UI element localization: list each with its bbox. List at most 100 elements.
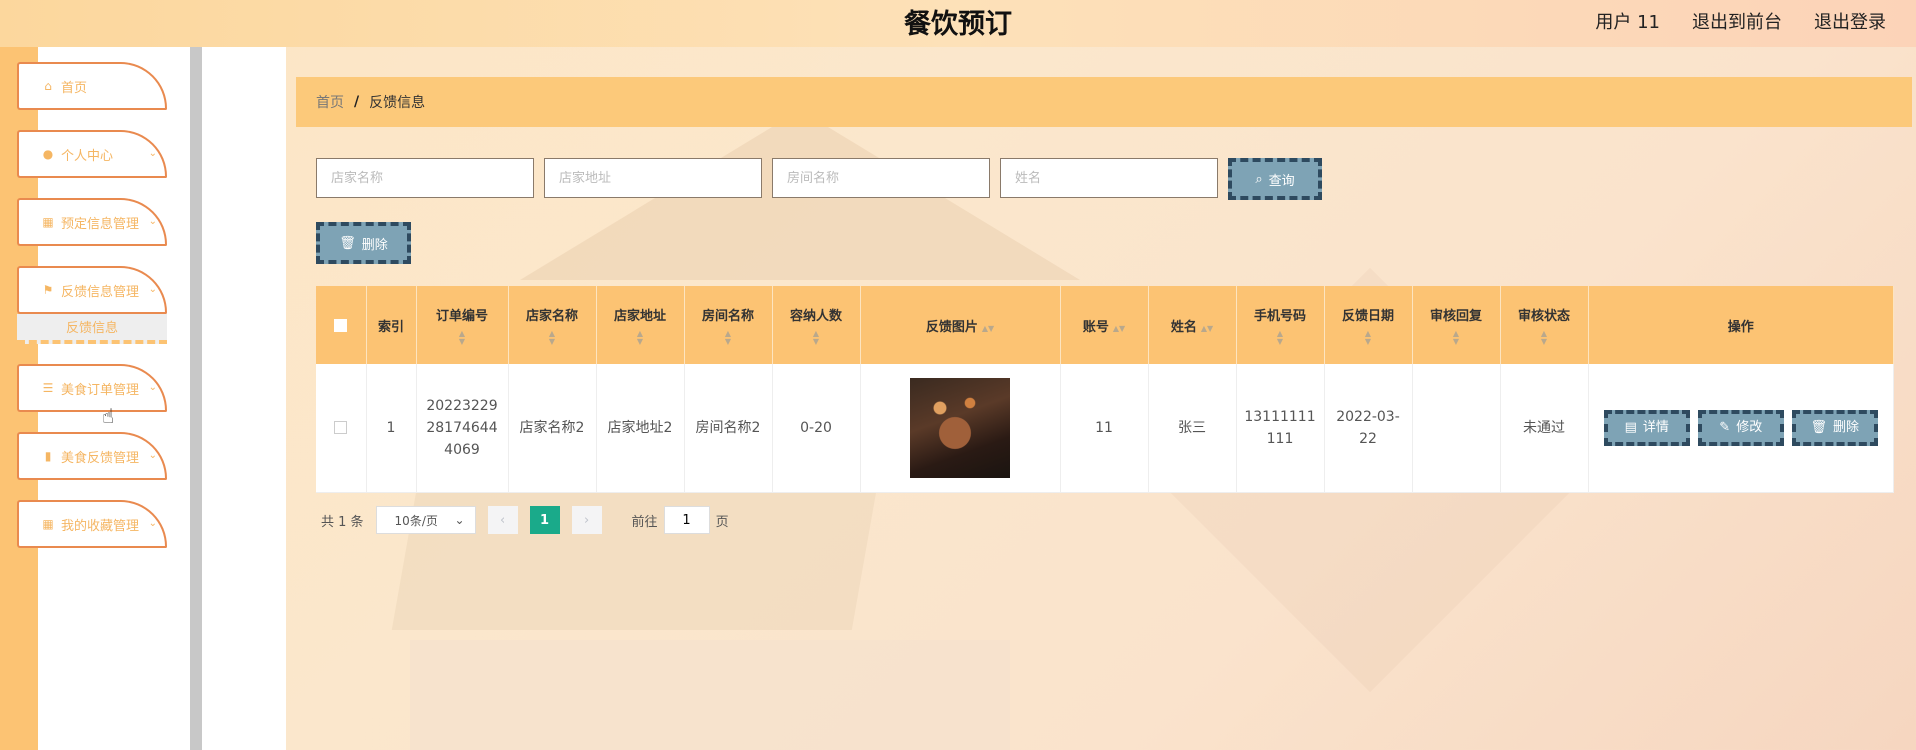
sort-icon[interactable]: ▲▼ [1505,329,1584,346]
breadcrumb-separator: / [354,94,360,110]
breadcrumb-current: 反馈信息 [369,95,426,111]
col-header[interactable]: 审核回复 ▲ ▼ [1412,286,1501,364]
trash-icon: 🗑 [1810,419,1827,435]
goto-page-input[interactable] [663,506,710,534]
col-header[interactable]: 反馈图片 ▲▼ [860,286,1061,364]
sort-icon[interactable]: ▲▼ [982,324,994,333]
col-header: 索引 [366,286,417,364]
page-size-value: 10条/页 [394,513,438,528]
home-icon: ⌂ [44,79,52,93]
sidebar-item-reservation[interactable]: ▦ 预定信息管理 ⌄ [17,198,167,246]
row-delete-label: 删除 [1833,419,1860,435]
feedback-image[interactable] [910,377,1010,478]
table-header-row: 索引 订单编号 ▲ ▼ 店家名称 ▲ ▼ 店家地址 ▲ ▼ 房间名称 ▲ ▼ 容纳人数 ▲ ▼ 反馈… [316,286,1894,364]
sort-icon[interactable]: ▲▼ [1201,324,1213,333]
room-name-input[interactable] [772,158,990,198]
name-input[interactable] [1000,158,1218,198]
cell-phone: 13111111 111 [1236,364,1325,493]
sidebar-item-label: 首页 [61,80,88,96]
col-header[interactable]: 店家地址 ▲ ▼ [596,286,685,364]
sort-icon[interactable]: ▲▼ [421,329,504,346]
sidebar-menu: ⌂ 首页 ● 个人中心 ⌄ ▦ 预定信息管理 ⌄ ⚑ 反馈信息管理 ⌄ 反馈信息… [17,62,167,568]
top-header: 餐饮预订 用户 11 退出到前台 退出登录 [0,0,1916,47]
col-header[interactable]: 容纳人数 ▲ ▼ [772,286,861,364]
sidebar-item-label: 反馈信息管理 [61,284,140,300]
back-to-front-link[interactable]: 退出到前台 [1692,8,1782,34]
cell-account: 11 [1060,364,1149,493]
col-header[interactable]: 账号 ▲▼ [1060,286,1149,364]
pagination: 共 1 条 10条/页 ⌄ ‹ 1 › 前往 页 [321,506,729,534]
col-header[interactable]: 审核状态 ▲ ▼ [1500,286,1589,364]
cell-date: 2022-03- 22 [1324,364,1413,493]
feedback-table: 索引 订单编号 ▲ ▼ 店家名称 ▲ ▼ 店家地址 ▲ ▼ 房间名称 ▲ ▼ 容纳人数 ▲ ▼ 反馈… [316,286,1894,493]
detail-button[interactable]: ▤ 详情 [1603,409,1690,446]
sort-icon[interactable]: ▲▼ [777,329,856,346]
sort-icon[interactable]: ▲▼ [1241,329,1320,346]
chevron-down-icon: ⌄ [148,148,157,159]
chevron-down-icon: ⌄ [148,216,157,227]
grid-icon: ▦ [42,517,54,531]
pencil-icon: ✎ [1719,419,1731,435]
delete-button-label: 删除 [361,237,388,253]
breadcrumb-home[interactable]: 首页 [316,92,344,112]
sort-icon[interactable]: ▲▼ [1329,329,1408,346]
search-button[interactable]: ⌕ 查询 [1228,158,1322,200]
cell-reply [1412,364,1501,493]
sort-icon[interactable]: ▲▼ [689,329,768,346]
sidebar-item-home[interactable]: ⌂ 首页 [17,62,167,110]
prev-page-button[interactable]: ‹ [487,506,518,534]
store-name-input[interactable] [316,158,534,198]
sort-icon[interactable]: ▲▼ [601,329,680,346]
sidebar-scrollbar[interactable] [190,47,202,750]
total-count: 共 1 条 [321,514,364,530]
row-select-cell[interactable] [316,364,367,493]
cell-order-no: 20223229 28174644 4069 [416,364,509,493]
sidebar-item-favorites[interactable]: ▦ 我的收藏管理 ⌄ [17,500,167,548]
select-all-checkbox[interactable] [334,318,348,332]
col-header[interactable]: 姓名 ▲▼ [1148,286,1237,364]
cell-operations: ▤ 详情 ✎ 修改 🗑 删除 [1588,364,1894,493]
chevron-down-icon: ⌄ [148,382,157,393]
sort-icon[interactable]: ▲▼ [513,329,592,346]
col-header[interactable]: 手机号码 ▲ ▼ [1236,286,1325,364]
document-icon: ▤ [1624,419,1637,435]
cell-status: 未通过 [1500,364,1589,493]
sidebar-item-label: 我的收藏管理 [61,518,140,534]
store-address-input[interactable] [544,158,762,198]
sidebar-subitem-feedback-info[interactable]: 反馈信息 [17,314,167,344]
row-delete-button[interactable]: 🗑 删除 [1791,409,1878,446]
col-header[interactable]: 反馈日期 ▲ ▼ [1324,286,1413,364]
col-header[interactable]: 订单编号 ▲ ▼ [416,286,509,364]
col-header[interactable]: 房间名称 ▲ ▼ [684,286,773,364]
cell-room-name: 房间名称2 [684,364,773,493]
mouse-cursor-icon: ☝ [102,404,115,428]
sort-icon[interactable]: ▲▼ [1417,329,1496,346]
col-header[interactable]: 店家名称 ▲ ▼ [508,286,597,364]
cell-feedback-image [860,364,1061,493]
batch-delete-button[interactable]: 🗑 删除 [316,222,411,264]
row-actions: ▤ 详情 ✎ 修改 🗑 删除 [1595,409,1888,446]
next-page-button[interactable]: › [571,506,602,534]
page-number-button[interactable]: 1 [529,506,560,534]
chevron-left-icon: ‹ [499,512,506,528]
edit-label: 修改 [1736,419,1763,435]
page-size-select[interactable]: 10条/页 ⌄ [375,506,476,534]
background-block [410,640,1010,750]
edit-button[interactable]: ✎ 修改 [1697,409,1784,446]
sidebar-item-food-orders[interactable]: ☰ 美食订单管理 ⌄ [17,364,167,412]
goto-prefix: 前往 [631,514,658,530]
trash-icon: 🗑 [339,235,356,251]
cell-name: 张三 [1148,364,1237,493]
grid-icon: ▦ [42,215,54,229]
goto-page: 前往 页 [632,506,729,534]
sidebar-item-food-feedback[interactable]: ▮ 美食反馈管理 ⌄ [17,432,167,480]
chevron-right-icon: › [583,512,590,528]
sort-icon[interactable]: ▲▼ [1113,324,1125,333]
sliders-icon: ☰ [42,381,54,395]
select-all-cell[interactable] [316,286,367,364]
sidebar-item-personal-center[interactable]: ● 个人中心 ⌄ [17,130,167,178]
sidebar-submenu: 反馈信息 [17,314,167,344]
logout-link[interactable]: 退出登录 [1814,8,1886,34]
row-checkbox[interactable] [334,421,348,435]
sidebar-item-feedback[interactable]: ⚑ 反馈信息管理 ⌄ [17,266,167,314]
